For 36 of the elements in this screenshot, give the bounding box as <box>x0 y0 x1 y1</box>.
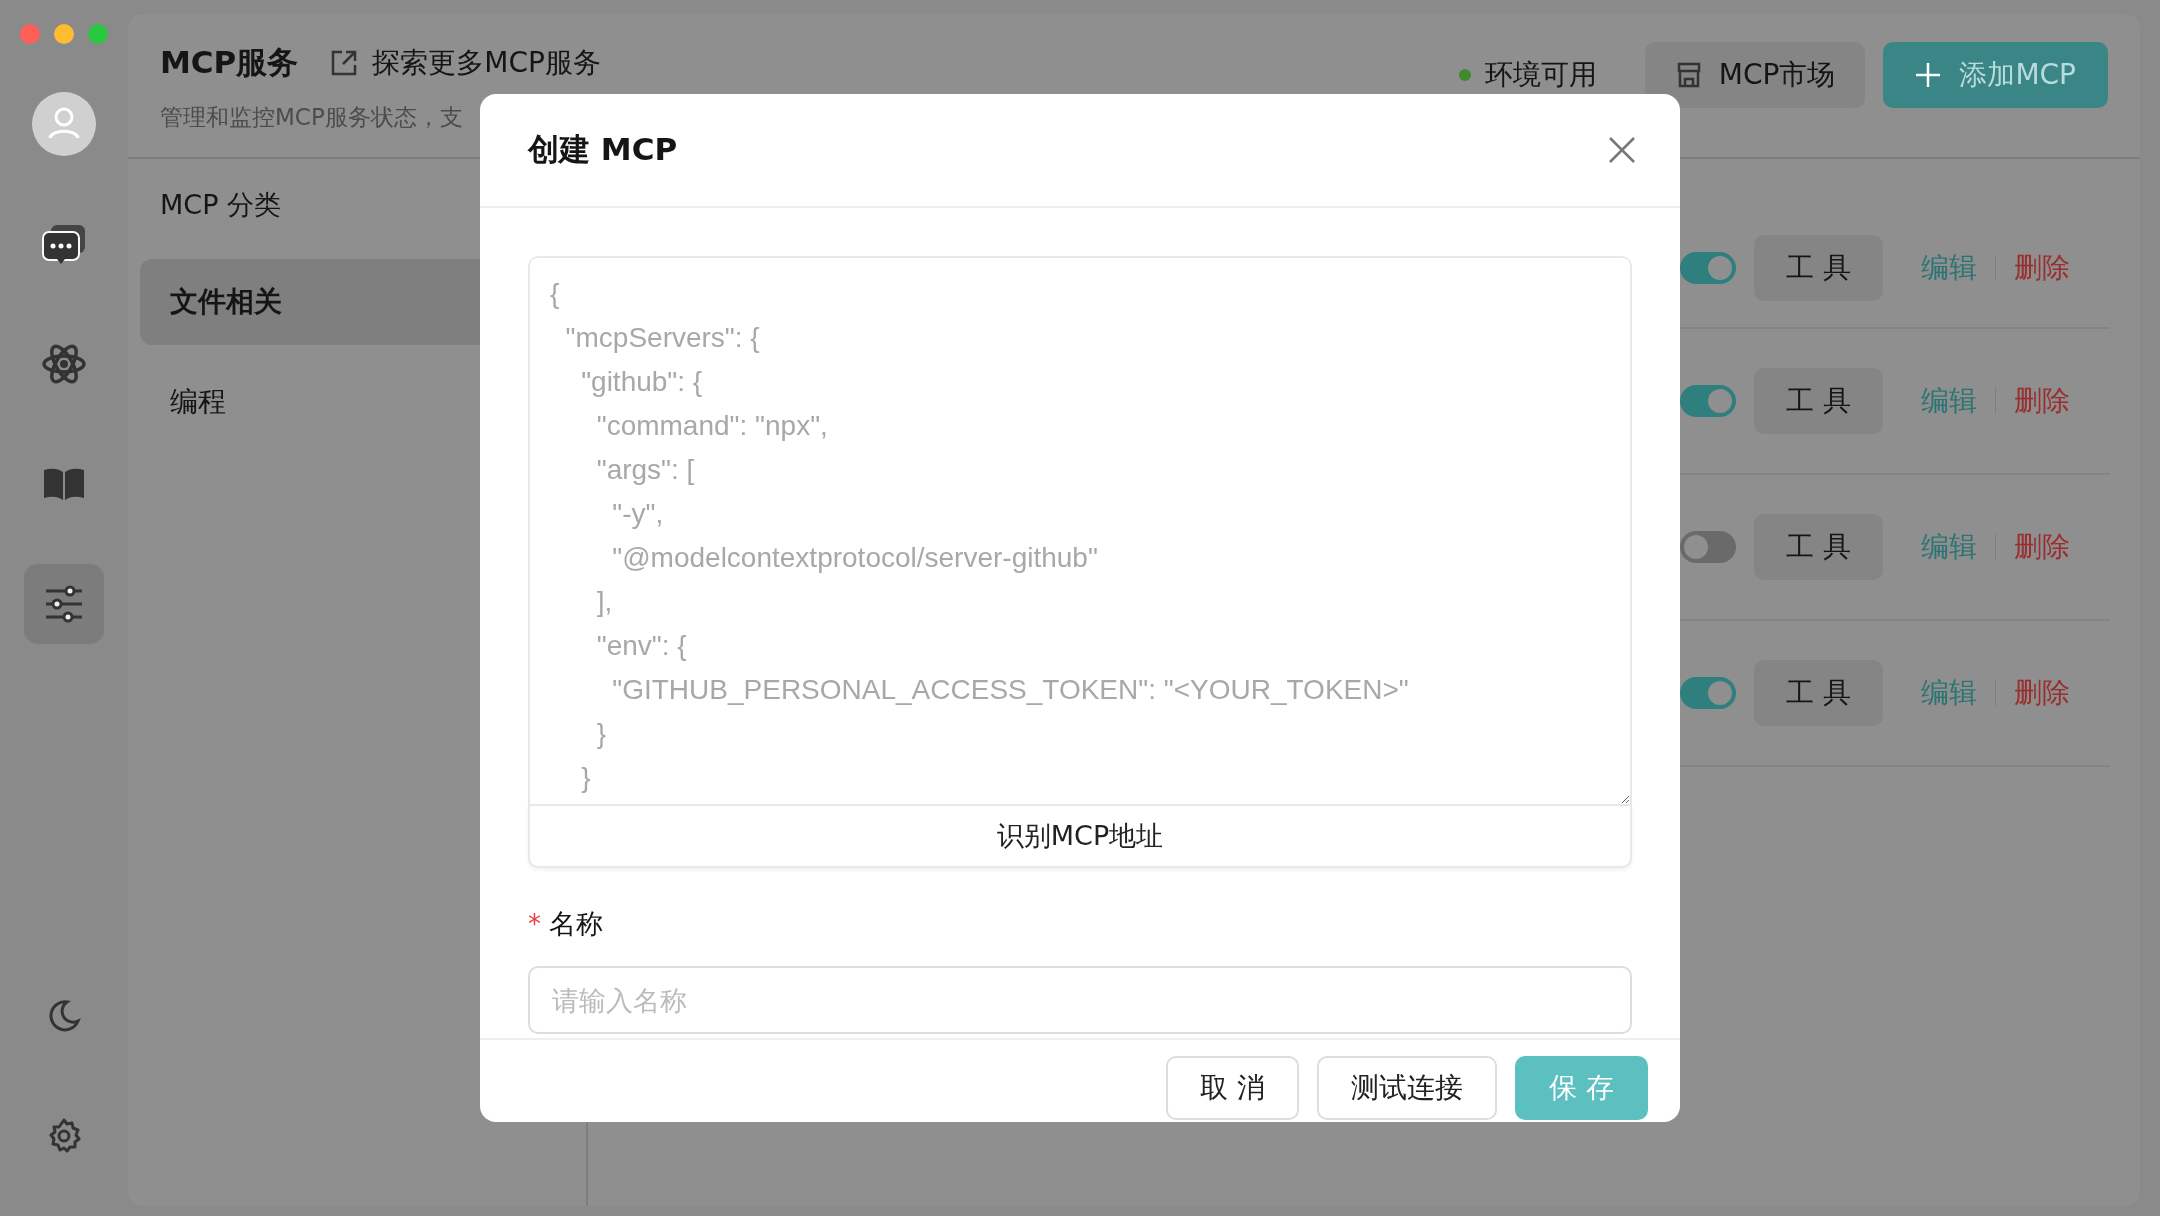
field-label: 名称 <box>549 907 603 941</box>
delete-link[interactable]: 删除 <box>2014 674 2070 712</box>
market-button[interactable]: MCP市场 <box>1644 42 1866 108</box>
toggle-switch[interactable] <box>1680 252 1737 284</box>
tools-button[interactable]: 工 具 <box>1754 660 1883 726</box>
external-link-icon <box>330 49 359 77</box>
name-input[interactable]: 请输入名称 <box>528 966 1632 1034</box>
delete-link[interactable]: 删除 <box>2014 382 2070 420</box>
dialog-button[interactable]: 取 消 <box>1166 1056 1300 1120</box>
explore-link[interactable]: 探索更多MCP服务 <box>330 44 601 82</box>
book-icon[interactable] <box>42 466 86 502</box>
tools-button[interactable]: 工 具 <box>1754 368 1883 434</box>
page-subtitle: 管理和监控MCP服务状态，支 <box>160 103 464 132</box>
status-label: 环境可用 <box>1484 57 1597 93</box>
page-title: MCP服务 <box>160 43 299 82</box>
parse-button[interactable]: 识别MCP地址 <box>528 804 1632 868</box>
delete-link[interactable]: 删除 <box>2014 249 2070 287</box>
add-mcp-button[interactable]: 添加MCP <box>1883 42 2108 108</box>
toggle-switch[interactable] <box>1680 677 1737 709</box>
avatar-icon[interactable] <box>32 92 96 156</box>
tools-button[interactable]: 工 具 <box>1754 514 1883 580</box>
atom-icon[interactable] <box>42 342 86 386</box>
required-mark: * <box>528 909 541 939</box>
toggle-switch[interactable] <box>1680 385 1737 417</box>
moon-icon[interactable] <box>47 999 81 1033</box>
category-heading: MCP 分类 <box>159 188 282 222</box>
sliders-icon[interactable] <box>44 585 84 623</box>
toggle-switch[interactable] <box>1680 531 1737 563</box>
dialog-button[interactable]: 测试连接 <box>1317 1056 1498 1120</box>
dialog-title: 创建 MCP <box>528 130 678 169</box>
plus-icon <box>1915 62 1942 88</box>
config-textarea[interactable]: { "mcpServers": { "github": { "command": "npx", "args": [ "-y", "@modelcontextprotocol/server-github" ], "env": { "GITHUB_PERSONAL_ACCESS_TOKEN": "<YOUR_TOKEN>" } } <box>528 256 1632 804</box>
window-minimize-button[interactable] <box>54 24 74 44</box>
chat-icon[interactable] <box>41 223 87 265</box>
delete-link[interactable]: 删除 <box>2014 528 2070 566</box>
tools-button[interactable]: 工 具 <box>1754 235 1883 301</box>
